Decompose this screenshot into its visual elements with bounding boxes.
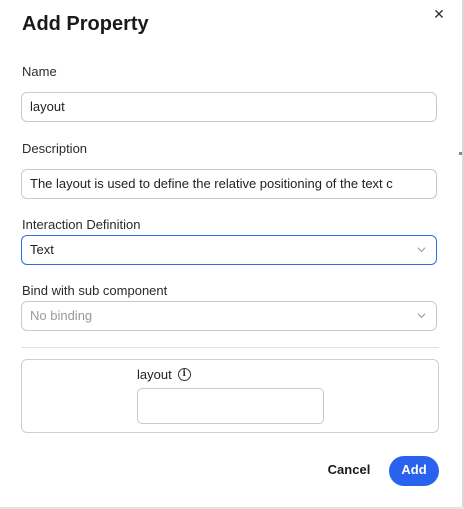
cancel-button[interactable]: Cancel — [318, 457, 380, 483]
divider — [21, 347, 439, 348]
chevron-down-icon — [417, 247, 426, 253]
bind-sub-component-label: Bind with sub component — [22, 283, 168, 298]
interaction-definition-label: Interaction Definition — [22, 217, 141, 232]
interaction-definition-value: Text — [30, 242, 54, 257]
close-icon[interactable]: ✕ — [431, 5, 447, 23]
name-input[interactable]: layout — [21, 92, 437, 122]
chevron-down-icon — [417, 313, 426, 319]
description-label: Description — [22, 141, 88, 156]
add-button[interactable]: Add — [389, 456, 439, 486]
add-property-dialog: Add Property ✕ Name layout Description T… — [0, 0, 464, 509]
property-preview: layout i — [21, 359, 439, 433]
preview-input[interactable] — [137, 388, 324, 424]
info-icon[interactable]: i — [177, 368, 191, 381]
preview-label-text: layout — [137, 367, 172, 382]
bind-sub-component-value: No binding — [30, 308, 93, 323]
description-input[interactable]: The layout is used to define the relativ… — [21, 169, 437, 199]
dialog-title: Add Property — [22, 13, 149, 35]
name-label: Name — [22, 64, 57, 79]
bind-sub-component-select[interactable]: No binding — [21, 301, 437, 331]
interaction-definition-select[interactable]: Text — [21, 235, 437, 265]
preview-label: layout i — [137, 367, 191, 382]
